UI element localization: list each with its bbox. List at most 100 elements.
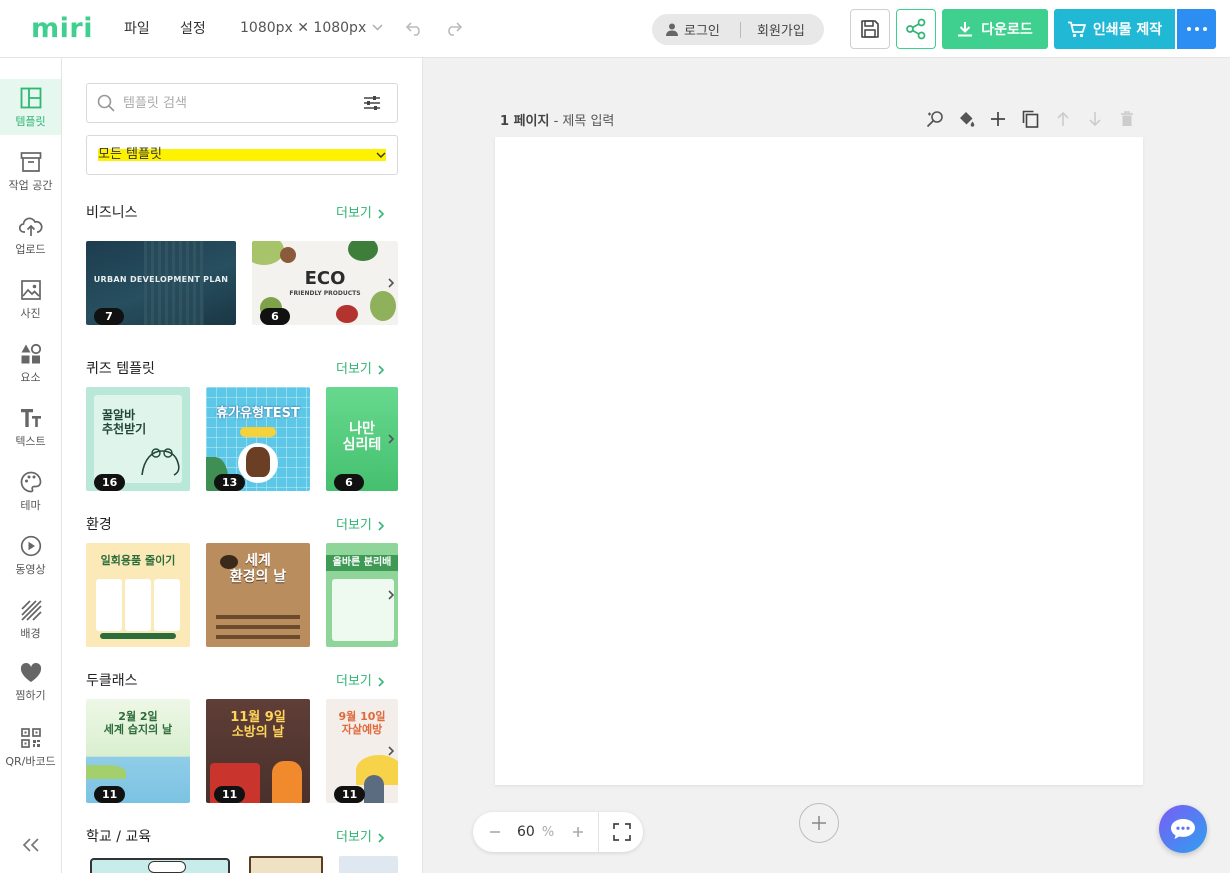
menu-file[interactable]: 파일 xyxy=(124,20,150,38)
collapse-sidebar-button[interactable] xyxy=(18,834,44,856)
more-dots-icon xyxy=(1186,27,1207,31)
thumb-text: ECO xyxy=(304,268,346,289)
template-thumb[interactable]: 일회용품 줄이기 xyxy=(86,543,190,647)
redo-icon[interactable] xyxy=(442,18,464,40)
move-page-down-button[interactable] xyxy=(1085,109,1105,129)
template-thumb[interactable]: URBAN DEVELOPMENT PLAN 7 xyxy=(86,241,236,325)
template-category-select[interactable]: 모든 템플릿 xyxy=(86,135,398,175)
more-link-environment[interactable]: 더보기 xyxy=(336,517,384,535)
template-thumb[interactable]: ECO FRIENDLY PRODUCTS 6 xyxy=(252,241,398,325)
palette-icon xyxy=(20,471,41,493)
template-search-input[interactable] xyxy=(123,95,359,111)
chevron-right-icon xyxy=(388,590,394,600)
row-next-arrow[interactable] xyxy=(384,586,398,604)
sidebar-item-favorites[interactable]: 찜하기 xyxy=(0,655,61,711)
selected-category-label: 모든 템플릿 xyxy=(98,147,162,162)
signup-button[interactable]: 회원가입 xyxy=(741,20,805,39)
firefighter-graphic xyxy=(272,761,302,803)
duplicate-page-button[interactable] xyxy=(1020,109,1040,129)
filter-sliders-icon[interactable] xyxy=(363,95,381,111)
more-link-label: 더보기 xyxy=(336,362,372,377)
sidebar-item-photo[interactable]: 사진 xyxy=(0,271,61,327)
sidebar-item-workspace[interactable]: 작업 공간 xyxy=(0,143,61,199)
sidebar-item-elements[interactable]: 요소 xyxy=(0,335,61,391)
template-thumb[interactable]: 세계 환경의 날 xyxy=(206,543,310,647)
row-next-arrow[interactable] xyxy=(384,274,398,292)
sidebar-item-upload[interactable]: 업로드 xyxy=(0,207,61,263)
download-button[interactable]: 다운로드 xyxy=(942,9,1048,49)
login-button[interactable]: 로그인 xyxy=(652,20,740,39)
more-link-duclass[interactable]: 더보기 xyxy=(336,673,384,691)
save-button[interactable] xyxy=(850,9,890,49)
delete-page-button[interactable] xyxy=(1117,109,1137,129)
sidebar-item-label: 테마 xyxy=(20,499,41,512)
login-label: 로그인 xyxy=(684,24,720,39)
template-thumb[interactable]: 휴가유형TEST 13 xyxy=(206,387,310,491)
row-next-arrow[interactable] xyxy=(384,430,398,448)
zoom-divider xyxy=(598,812,600,852)
row-next-arrow[interactable] xyxy=(384,742,398,760)
fullscreen-button[interactable] xyxy=(613,823,632,841)
info-line xyxy=(216,625,300,629)
zoom-value[interactable]: 60 xyxy=(517,824,535,840)
more-link-quiz[interactable]: 더보기 xyxy=(336,361,384,379)
thumb-text: 일회용품 줄이기 xyxy=(100,554,176,567)
sidebar-item-label: 찜하기 xyxy=(15,689,46,702)
template-thumb[interactable] xyxy=(339,856,398,873)
sidebar-item-qr[interactable]: QR/바코드 xyxy=(0,719,61,775)
tomato-decoration xyxy=(336,305,358,323)
design-canvas[interactable] xyxy=(495,137,1143,785)
chat-bubble-icon xyxy=(1171,819,1195,839)
paint-bucket-button[interactable] xyxy=(956,109,976,129)
canvas-size-select[interactable]: 1080px ✕ 1080px xyxy=(240,19,383,37)
print-order-button[interactable]: 인쇄물 제작 xyxy=(1054,9,1175,49)
miri-logo[interactable]: miri xyxy=(31,14,93,44)
section-title-environment: 환경 xyxy=(86,517,112,533)
more-options-button[interactable] xyxy=(1177,9,1216,49)
plus-icon xyxy=(812,816,826,830)
template-thumb[interactable]: 11월 9일 소방의 날 11 xyxy=(206,699,310,803)
thumb-text: 올바른 분리배 xyxy=(326,555,398,571)
selected-category: 모든 템플릿 xyxy=(98,147,386,162)
thumb-text: 꿀알바 추천받기 xyxy=(102,408,147,436)
sidebar-item-template[interactable]: 템플릿 xyxy=(0,79,61,135)
more-link-business[interactable]: 더보기 xyxy=(336,205,384,223)
sidebar-item-text[interactable]: 텍스트 xyxy=(0,399,61,455)
undo-icon[interactable] xyxy=(404,18,426,40)
sidebar-item-theme[interactable]: 테마 xyxy=(0,463,61,519)
move-page-up-button[interactable] xyxy=(1053,109,1073,129)
template-thumb[interactable] xyxy=(90,858,230,873)
play-icon xyxy=(20,535,41,557)
more-link-label: 더보기 xyxy=(336,518,372,533)
info-card xyxy=(125,579,151,631)
share-button[interactable] xyxy=(896,9,936,49)
magic-wand-button[interactable] xyxy=(925,109,945,129)
zoom-in-button[interactable] xyxy=(570,826,586,838)
template-icon xyxy=(20,87,41,109)
sidebar-item-background[interactable]: 배경 xyxy=(0,591,61,647)
archive-icon xyxy=(20,152,41,172)
leaf-decoration xyxy=(348,241,378,261)
add-element-button[interactable] xyxy=(988,109,1008,129)
chevron-down-icon xyxy=(376,152,386,158)
sidebar-item-label: 요소 xyxy=(20,371,41,384)
template-thumb[interactable]: 꿀알바 추천받기 16 xyxy=(86,387,190,491)
trash-icon xyxy=(1121,111,1133,126)
template-thumb[interactable] xyxy=(249,856,323,873)
section-title-school: 학교 / 교육 xyxy=(86,829,152,845)
add-page-button[interactable] xyxy=(799,803,839,843)
cloud-upload-icon xyxy=(18,217,43,236)
info-line xyxy=(216,635,300,639)
cart-icon xyxy=(1067,21,1086,37)
more-link-school[interactable]: 더보기 xyxy=(336,829,384,847)
section-title-business: 비즈니스 xyxy=(86,205,138,221)
menu-settings[interactable]: 설정 xyxy=(180,20,206,38)
footer-bar xyxy=(100,633,176,639)
template-thumb[interactable]: 2월 2일 세계 습지의 날 11 xyxy=(86,699,190,803)
shapes-icon xyxy=(21,343,41,364)
sidebar-item-video[interactable]: 동영상 xyxy=(0,527,61,583)
chat-support-button[interactable] xyxy=(1159,805,1207,853)
sidebar-item-label: 텍스트 xyxy=(15,435,46,448)
zoom-out-button[interactable] xyxy=(487,826,503,838)
page-title-input[interactable]: - 제목 입력 xyxy=(554,114,615,129)
